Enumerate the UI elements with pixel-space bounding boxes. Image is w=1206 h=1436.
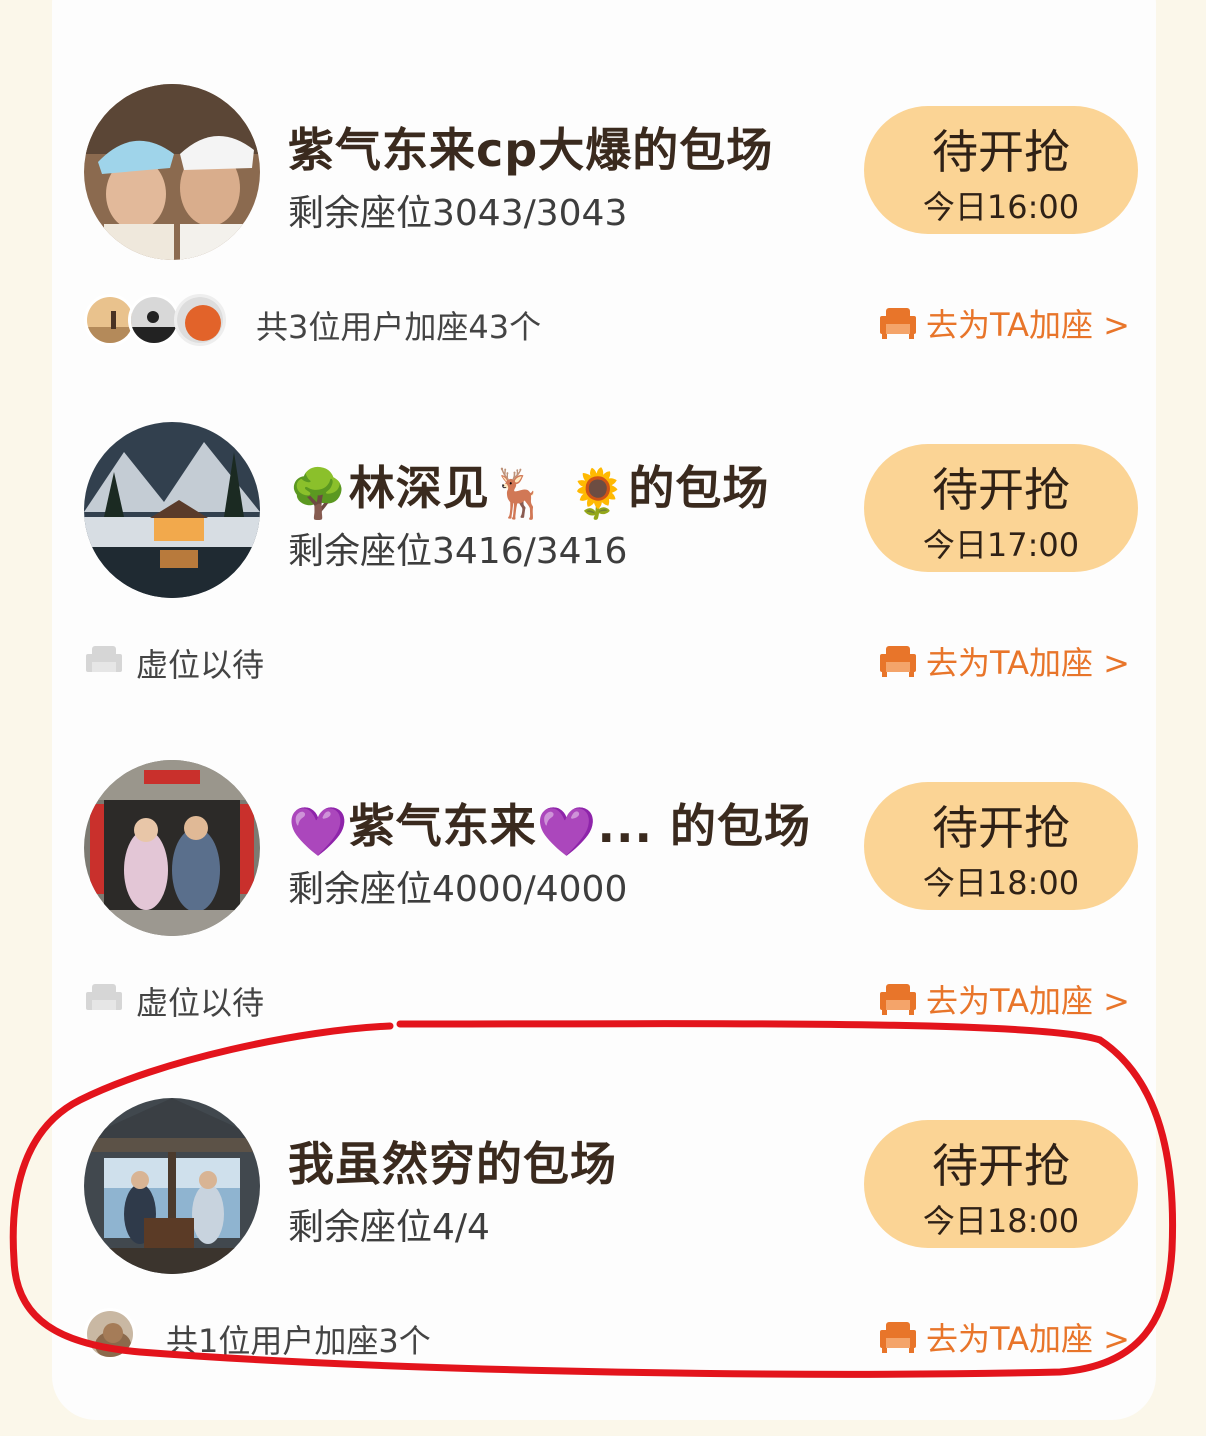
seat-add-summary-text: 共3位用户加座43个 — [256, 308, 542, 346]
add-seat-label: 去为TA加座 > — [926, 644, 1130, 682]
grab-button[interactable]: 待开抢 今日18:00 — [864, 782, 1138, 910]
seat-add-summary-text: 虚位以待 — [136, 984, 265, 1022]
seat-add-summary: 虚位以待 去为TA加座 > — [84, 970, 1134, 1026]
seat-add-summary: 共3位用户加座43个 去为TA加座 > — [84, 294, 1134, 350]
grab-button[interactable]: 待开抢 今日16:00 — [864, 106, 1138, 234]
remaining-seats: 剩余座位4/4 — [288, 1207, 490, 1248]
add-seat-label: 去为TA加座 > — [926, 982, 1130, 1020]
empty-seat-icon — [86, 646, 122, 672]
user-avatar[interactable] — [84, 1308, 136, 1360]
sofa-icon — [880, 984, 916, 1015]
deer-icon: 🦌 — [489, 466, 551, 522]
session-card[interactable]: 紫气东来cp大爆的包场 剩余座位3043/3043 待开抢 今日16:00 共3… — [0, 84, 1206, 422]
grab-button[interactable]: 待开抢 今日18:00 — [864, 1120, 1138, 1248]
sunflower-icon: 🌻 — [567, 466, 629, 522]
remaining-seats: 剩余座位3416/3416 — [288, 531, 628, 572]
tree-icon: 🌳 — [288, 466, 349, 522]
grab-button-time: 今日18:00 — [922, 864, 1080, 902]
grab-button-time: 今日16:00 — [922, 188, 1080, 226]
sofa-icon — [880, 1322, 916, 1353]
empty-seat-icon — [86, 984, 122, 1010]
session-title: 我虽然穷的包场 — [288, 1137, 617, 1191]
add-seat-label: 去为TA加座 > — [926, 306, 1130, 344]
session-card[interactable]: 💜紫气东来💜... 的包场 剩余座位4000/4000 待开抢 今日18:00 … — [0, 760, 1206, 1098]
add-seat-link[interactable]: 去为TA加座 > — [878, 298, 1134, 346]
sofa-icon — [880, 308, 916, 339]
grab-button-time: 今日18:00 — [922, 1202, 1080, 1240]
session-card[interactable]: 我虽然穷的包场 剩余座位4/4 待开抢 今日18:00 共1位用户加座3个 去为… — [0, 1098, 1206, 1436]
add-seat-link[interactable]: 去为TA加座 > — [878, 636, 1134, 684]
add-seat-label: 去为TA加座 > — [926, 1320, 1130, 1358]
grab-button-label: 待开抢 — [932, 1139, 1070, 1193]
session-avatar[interactable] — [84, 1098, 260, 1274]
user-avatar[interactable] — [174, 294, 226, 346]
session-avatar[interactable] — [84, 422, 260, 598]
remaining-seats: 剩余座位3043/3043 — [288, 193, 628, 234]
session-title: 💜紫气东来💜... 的包场 — [288, 799, 811, 860]
session-avatar[interactable] — [84, 84, 260, 260]
grab-button-time: 今日17:00 — [922, 526, 1080, 564]
remaining-seats: 剩余座位4000/4000 — [288, 869, 628, 910]
purple-heart-icon: 💜 — [536, 804, 598, 860]
session-card[interactable]: 🌳林深见🦌 🌻的包场 剩余座位3416/3416 待开抢 今日17:00 虚位以… — [0, 422, 1206, 760]
add-seat-link[interactable]: 去为TA加座 > — [878, 974, 1134, 1022]
seat-add-summary-text: 共1位用户加座3个 — [166, 1322, 431, 1360]
session-title: 🌳林深见🦌 🌻的包场 — [288, 461, 770, 522]
grab-button-label: 待开抢 — [932, 801, 1070, 855]
purple-heart-icon: 💜 — [288, 804, 349, 860]
add-seat-link[interactable]: 去为TA加座 > — [878, 1312, 1134, 1360]
seat-add-summary: 共1位用户加座3个 去为TA加座 > — [84, 1308, 1134, 1364]
sofa-icon — [880, 646, 916, 677]
grab-button[interactable]: 待开抢 今日17:00 — [864, 444, 1138, 572]
seat-add-summary: 虚位以待 去为TA加座 > — [84, 632, 1134, 688]
user-avatar[interactable] — [128, 294, 180, 346]
seat-add-summary-text: 虚位以待 — [136, 646, 265, 684]
grab-button-label: 待开抢 — [932, 463, 1070, 517]
session-title: 紫气东来cp大爆的包场 — [288, 123, 774, 177]
grab-button-label: 待开抢 — [932, 125, 1070, 179]
session-avatar[interactable] — [84, 760, 260, 936]
